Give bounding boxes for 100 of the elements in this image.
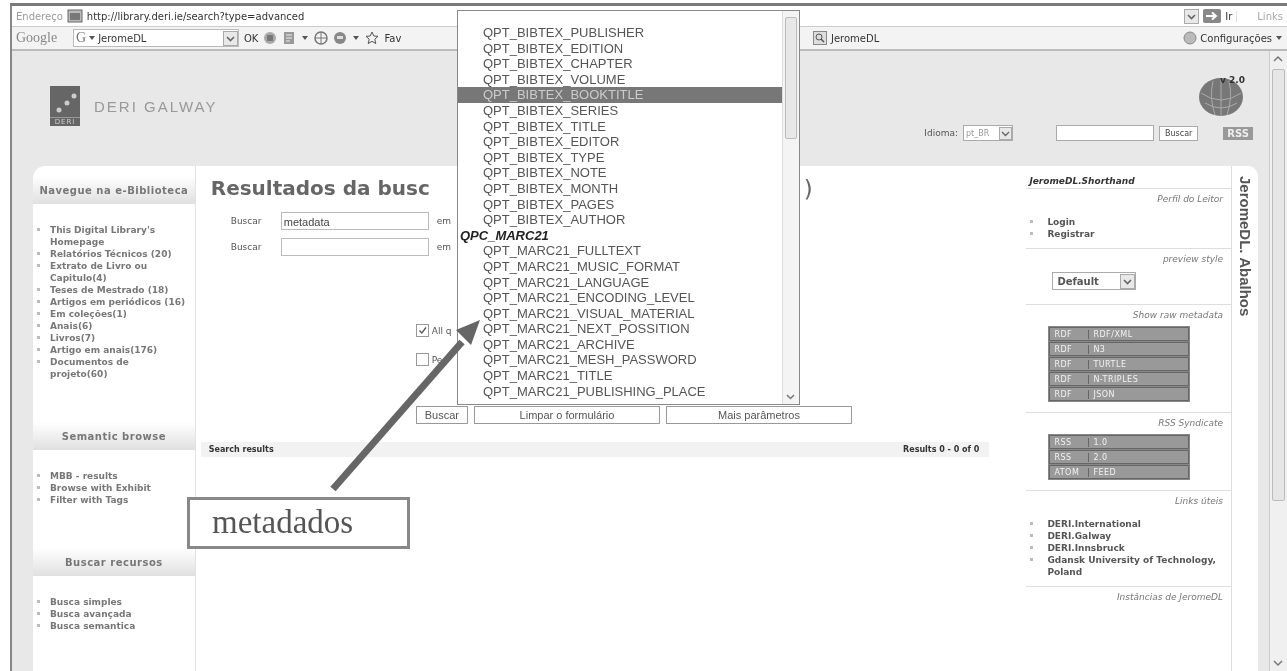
side-tab[interactable]: JeromeDL. Abalhos bbox=[1236, 176, 1254, 317]
google-logo: Google bbox=[16, 30, 59, 46]
nav-link[interactable]: This Digital Library's Homepage bbox=[50, 224, 189, 248]
dropdown-option[interactable]: QPT_BIBTEX_PUBLISHER bbox=[458, 25, 782, 41]
dropdown-option[interactable]: QPT_MARC21_ARCHIVE bbox=[458, 336, 782, 353]
checkbox-label: All q bbox=[431, 325, 452, 336]
nav-link[interactable]: MBB - results bbox=[50, 470, 118, 482]
nav-link[interactable]: Extrato de Livro ou Capitulo(4) bbox=[50, 260, 189, 284]
bullet-icon bbox=[37, 312, 40, 315]
page-heading: Resultados da busc bbox=[210, 176, 430, 200]
caret-icon[interactable] bbox=[352, 34, 361, 42]
url-field[interactable]: http://library.deri.ie/search?type=advanced bbox=[86, 10, 1181, 22]
bullet-icon bbox=[37, 324, 40, 327]
dropdown-option[interactable]: QPT_BIBTEX_PAGES bbox=[458, 196, 782, 213]
dropdown-option[interactable]: QPT_BIBTEX_MONTH bbox=[458, 180, 782, 197]
clear-form-button[interactable]: Limpar o formulário bbox=[474, 406, 660, 424]
nav-link[interactable]: Busca avançada bbox=[50, 608, 132, 620]
dropdown-option[interactable]: QPT_BIBTEX_AUTHOR bbox=[458, 212, 782, 228]
profile-link[interactable]: Registrar bbox=[1047, 228, 1095, 240]
profile-link[interactable]: Login bbox=[1047, 216, 1076, 228]
search-field[interactable]: metadata bbox=[280, 212, 429, 230]
dropdown-option[interactable]: QPT_MARC21_TITLE bbox=[458, 368, 782, 384]
external-link[interactable]: DERI.International bbox=[1047, 518, 1141, 530]
ok-button[interactable]: OK bbox=[244, 32, 259, 44]
nav-link[interactable]: Busca simples bbox=[50, 596, 122, 608]
section-title: Perfil do Leitor bbox=[1156, 194, 1224, 204]
bullet-icon bbox=[37, 228, 40, 231]
go-button[interactable]: Ir bbox=[1225, 10, 1233, 22]
bullet-icon bbox=[37, 474, 40, 477]
field-label: Buscar bbox=[230, 242, 263, 252]
nav-link[interactable]: Documentos de projeto(60) bbox=[50, 356, 189, 380]
globe-icon[interactable] bbox=[314, 31, 329, 45]
dropdown-option[interactable]: QPT_BIBTEX_VOLUME bbox=[458, 71, 782, 88]
nav-link[interactable]: Livros(7) bbox=[50, 332, 96, 344]
dropdown-option[interactable]: QPT_MARC21_FULLTEXT bbox=[458, 243, 782, 259]
search-field[interactable] bbox=[280, 238, 429, 256]
bullet-icon bbox=[1030, 546, 1034, 549]
bullet-icon bbox=[37, 600, 40, 603]
field-label: em bbox=[436, 242, 452, 252]
bullet-icon bbox=[37, 486, 40, 489]
bullet-icon bbox=[37, 336, 40, 339]
dropdown-option[interactable]: QPT_MARC21_VISUAL_MATERIAL bbox=[458, 305, 782, 322]
checkbox[interactable] bbox=[415, 353, 429, 366]
page-icon bbox=[66, 9, 83, 23]
section-title: Links úteis bbox=[1174, 496, 1224, 506]
field-label: em bbox=[436, 216, 452, 226]
nav-link[interactable]: Busca semantica bbox=[50, 620, 136, 632]
search-button[interactable]: Buscar bbox=[415, 406, 468, 424]
bullet-icon bbox=[37, 612, 40, 615]
dropdown-option[interactable]: QPT_BIBTEX_TITLE bbox=[458, 118, 782, 135]
caret-icon[interactable] bbox=[301, 34, 310, 42]
bookmark-button[interactable]: JeromeDL bbox=[813, 31, 880, 45]
dropdown-option[interactable]: QPT_BIBTEX_TYPE bbox=[458, 149, 782, 166]
dropdown-option[interactable]: QPT_MARC21_ENCODING_LEVEL bbox=[458, 290, 782, 306]
section-header: Navegue na e-Biblioteca bbox=[33, 176, 195, 204]
star-icon[interactable] bbox=[365, 31, 380, 45]
dropdown-option[interactable]: QPT_MARC21_MESH_PASSWORD bbox=[458, 352, 782, 369]
dropdown-option[interactable]: QPT_MARC21_NEXT_POSSITION bbox=[458, 321, 782, 337]
section-title: Instâncias de JeromeDL bbox=[1115, 592, 1224, 602]
circle-icon bbox=[1183, 31, 1198, 45]
bullet-icon bbox=[1030, 534, 1034, 537]
nav-link[interactable]: Browse with Exhibit bbox=[50, 482, 151, 494]
nav-link[interactable]: Anais(6) bbox=[50, 320, 93, 332]
external-link[interactable]: DERI.Innsbruck bbox=[1047, 542, 1125, 554]
dropdown-option[interactable]: QPT_BIBTEX_EDITION bbox=[458, 40, 782, 57]
field-label: Buscar bbox=[230, 216, 263, 226]
style-select[interactable]: Default bbox=[1052, 272, 1137, 290]
dropdown-option[interactable]: QPT_MARC21_MUSIC_FORMAT bbox=[458, 258, 782, 275]
bullet-icon bbox=[37, 360, 40, 363]
nav-link[interactable]: Em coleções(1) bbox=[50, 308, 127, 320]
bullet-icon bbox=[1030, 558, 1034, 561]
dropdown-option[interactable]: QPT_MARC21_LANGUAGE bbox=[458, 274, 782, 291]
dropdown-option[interactable]: QPT_BIBTEX_CHAPTER bbox=[458, 56, 782, 72]
scrollbar-thumb[interactable] bbox=[785, 17, 797, 139]
settings-button[interactable]: Configurações bbox=[1183, 31, 1283, 45]
more-parameters-button[interactable]: Mais parâmetros bbox=[666, 406, 852, 424]
search-button[interactable]: Buscar bbox=[1159, 125, 1199, 141]
magnifier-icon bbox=[813, 31, 827, 45]
dropdown-option[interactable]: QPT_MARC21_PUBLISHING_PLACE bbox=[458, 383, 782, 400]
toolbar-search-field[interactable]: G JeromeDL bbox=[73, 29, 239, 47]
nav-link[interactable]: Relatórios Técnicos (20) bbox=[50, 248, 172, 260]
checkbox[interactable] bbox=[415, 324, 429, 337]
search-field[interactable] bbox=[1056, 125, 1154, 141]
nav-link[interactable]: Artigos em periódicos (16) bbox=[50, 296, 186, 308]
dropdown-option[interactable]: QPT_BIBTEX_NOTE bbox=[458, 165, 782, 181]
dropdown-option[interactable]: QPT_BIBTEX_SERIES bbox=[458, 102, 782, 119]
external-link[interactable]: DERI.Galway bbox=[1047, 530, 1112, 542]
favorites-button[interactable]: Fav bbox=[384, 32, 402, 44]
section-title: preview style bbox=[1161, 254, 1224, 264]
option-group-label: QPC_MARC21 bbox=[459, 227, 550, 244]
section-title: Show raw metadata bbox=[1131, 310, 1224, 320]
nav-link[interactable]: Artigo em anais(176) bbox=[50, 344, 158, 356]
nav-link[interactable]: Filter with Tags bbox=[50, 494, 129, 506]
bullet-icon bbox=[1030, 220, 1034, 223]
nav-link[interactable]: Teses de Mestrado (18) bbox=[50, 284, 169, 296]
dropdown-option[interactable]: QPT_BIBTEX_EDITOR bbox=[458, 134, 782, 150]
section-header: Semantic browse bbox=[33, 422, 195, 450]
scrollbar-thumb[interactable] bbox=[1272, 69, 1285, 501]
checkbox-label: Pe bbox=[431, 354, 443, 365]
external-link[interactable]: Gdansk University of Technology, Poland bbox=[1047, 554, 1224, 578]
